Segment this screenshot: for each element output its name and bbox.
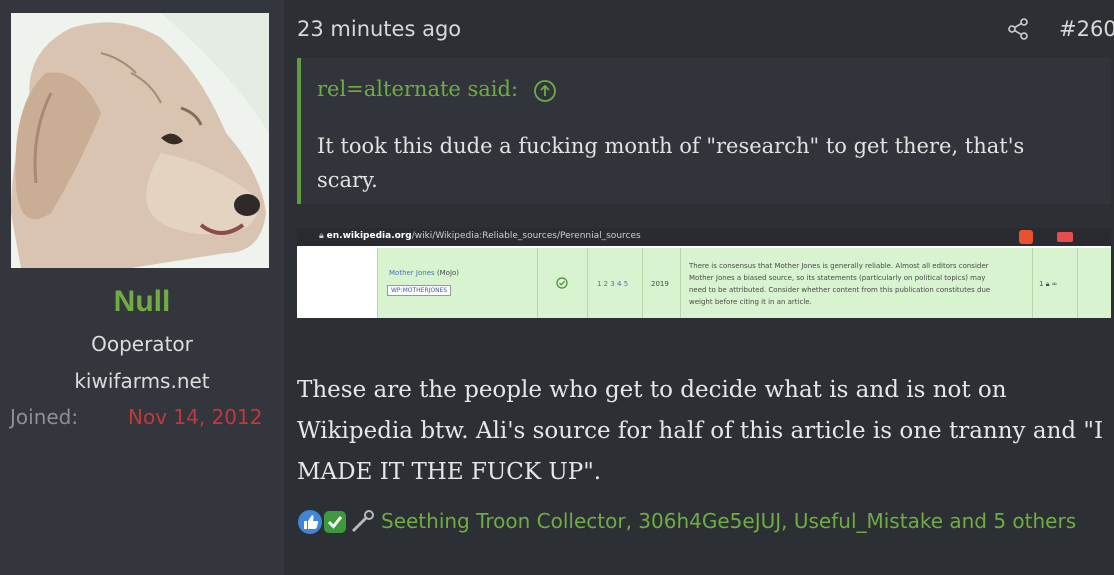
last-discussed-year: 2019	[651, 280, 669, 288]
cell-divider	[587, 248, 588, 318]
cell-divider	[1077, 248, 1078, 318]
wrench-icon	[351, 510, 374, 533]
post-number[interactable]: #260	[1059, 17, 1114, 41]
share-icon[interactable]	[1007, 18, 1029, 40]
lock-icon: 🔒︎	[319, 231, 327, 241]
checkmark-icon	[324, 511, 346, 533]
extension-icon	[1057, 232, 1073, 242]
post-timestamp[interactable]: 23 minutes ago	[297, 17, 461, 41]
check-circle-icon	[556, 277, 568, 289]
cell-divider	[1032, 248, 1033, 318]
discussion-links: 1 2 3 4 5	[597, 280, 629, 288]
joined-date: Nov 14, 2012	[128, 405, 263, 429]
joined-label: Joined:	[10, 405, 79, 429]
screenshot-url: 🔒︎ en.wikipedia.org/wiki/Wikipedia:Relia…	[319, 231, 641, 241]
user-banner: kiwifarms.net	[74, 369, 210, 393]
cell-divider	[680, 248, 681, 318]
like-icon	[298, 510, 322, 534]
uses-count: 1 🔒︎ ∞	[1039, 280, 1058, 288]
summary-line: weight before citing it in an article.	[689, 298, 812, 306]
reactions-bar[interactable]: Seething Troon Collector, 306h4Ge5eJUJ, …	[297, 505, 1097, 537]
avatar[interactable]	[11, 13, 269, 268]
summary-line: need to be attributed. Consider whether …	[689, 286, 991, 294]
quote-block: rel=alternate said: It took this dude a …	[297, 58, 1111, 204]
quote-attribution[interactable]: rel=alternate said:	[317, 77, 518, 101]
summary-line: Mother Jones a biased source, so its sta…	[689, 274, 986, 282]
table-row	[297, 248, 1111, 318]
reaction-icons	[298, 510, 374, 534]
brave-shield-icon	[1019, 230, 1033, 244]
url-path: /wiki/Wikipedia:Reliable_sources/Perenni…	[411, 231, 641, 241]
browser-address-bar: 🔒︎ en.wikipedia.org/wiki/Wikipedia:Relia…	[297, 228, 1111, 246]
summary-line: There is consensus that Mother Jones is …	[689, 262, 989, 270]
user-sidebar: Null Ooperator kiwifarms.net Joined: Nov…	[0, 0, 284, 575]
cell-divider	[377, 248, 378, 318]
arrow-up-circle-icon[interactable]	[533, 79, 557, 103]
quote-text: It took this dude a fucking month of "re…	[317, 134, 1025, 192]
shortcut-tag: WP:MOTHERJONES	[387, 285, 452, 296]
user-title: Ooperator	[91, 332, 193, 356]
dog-avatar-image	[11, 13, 269, 268]
url-host: en.wikipedia.org	[326, 231, 412, 241]
blank-cell	[297, 248, 377, 318]
embedded-screenshot[interactable]: 🔒︎ en.wikipedia.org/wiki/Wikipedia:Relia…	[297, 228, 1111, 318]
source-name: Mother Jones (MoJo)	[389, 269, 460, 277]
reactions-list[interactable]: Seething Troon Collector, 306h4Ge5eJUJ, …	[297, 505, 1097, 537]
cell-divider	[537, 248, 538, 318]
cell-divider	[642, 248, 643, 318]
username[interactable]: Null	[0, 285, 284, 319]
post-body: These are the people who get to decide w…	[297, 377, 1104, 485]
